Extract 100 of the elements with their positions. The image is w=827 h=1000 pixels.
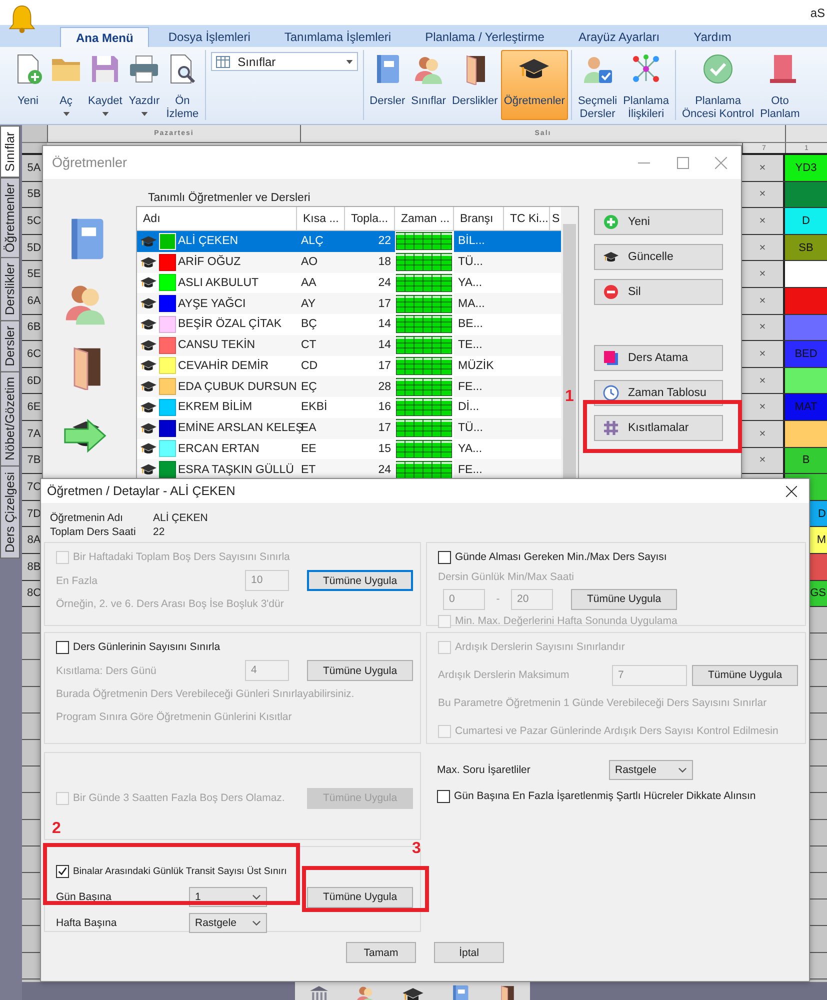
ribbon-tab[interactable]: Dosya İşlemleri (153, 27, 266, 47)
apply-button[interactable]: Tümüne Uygula (307, 886, 413, 908)
side-tab[interactable]: Sınıflar (0, 126, 20, 178)
side-tab[interactable]: Dersler (0, 320, 20, 372)
table-row[interactable]: ERCAN ERTAN EE 15 YA... (137, 438, 561, 460)
action-button[interactable]: Ders Atama (594, 345, 723, 371)
side-tab[interactable]: Derslikler (0, 257, 20, 322)
table-cell: EE (301, 442, 316, 455)
ribbon-button[interactable]: Öğretmenler (500, 50, 568, 120)
ribbon-tab[interactable]: Yardım (678, 27, 746, 47)
timetable-cell[interactable] (785, 182, 827, 208)
ribbon-button[interactable]: Ön İzleme (163, 50, 202, 120)
ribbon-button[interactable]: Derslikler (448, 50, 501, 120)
ribbon-tab[interactable]: Planlama / Yerleştirme (410, 27, 560, 47)
apply-button[interactable]: Tümüne Uygula (692, 664, 798, 686)
timetable-thumbnail (396, 378, 452, 396)
ribbon-button[interactable]: Planlama Öncesi Kontrol (678, 50, 758, 120)
table-icon (216, 56, 230, 68)
column-header[interactable]: Adı (137, 207, 297, 230)
timetable-cell: × (742, 182, 785, 208)
side-tab[interactable]: Nöbet/Gözetim (0, 371, 20, 467)
checkbox[interactable] (56, 864, 69, 878)
checkbox-label[interactable]: Ders Günlerinin Sayısını Sınırla (73, 641, 220, 653)
callout-number: 3 (412, 840, 421, 858)
table-cell: ERCAN ERTAN (178, 442, 260, 455)
table-row[interactable]: EDA ÇUBUK DURSUN EÇ 28 FE... (137, 376, 561, 397)
timetable-cell[interactable] (785, 288, 827, 314)
ribbon-button[interactable]: Yeni (9, 50, 47, 120)
table-cell: ESRA TAŞKIN GÜLLÜ (178, 464, 294, 476)
apply-button[interactable]: Tümüne Uygula (307, 660, 413, 681)
action-button[interactable]: Yeni (594, 209, 723, 235)
checkbox-label[interactable]: Gün Başına En Fazla İşaretlenmiş Şartlı Hücreler Dikkate Alınsın (454, 790, 756, 802)
table-cell: BÇ (301, 318, 317, 330)
timetable-thumbnail (396, 253, 452, 272)
table-row[interactable]: EMİNE ARSLAN KELEŞEA 17 TÜ... (137, 418, 561, 438)
ribbon-button[interactable]: Yazdır (125, 50, 164, 120)
checkbox[interactable] (56, 640, 69, 654)
ribbon-button[interactable]: Seçmeli Dersler (574, 50, 620, 120)
scrollbar[interactable] (561, 207, 578, 478)
table-row[interactable]: ALİ ÇEKEN ALÇ 22 BİL... (137, 231, 561, 252)
timetable-cell[interactable] (785, 420, 827, 447)
action-button[interactable]: Kısıtlamalar (594, 415, 723, 441)
timetable-cell[interactable] (785, 261, 827, 287)
table-row[interactable]: BEŞİR ÖZAL ÇİTAK BÇ 14 BE... (137, 314, 561, 335)
checkbox[interactable] (437, 790, 450, 802)
column-header[interactable]: TC Ki... (504, 207, 550, 230)
dropdown[interactable]: Rastgele (609, 760, 693, 780)
ribbon-tab[interactable]: Ana Menü (60, 27, 150, 47)
table-row[interactable]: ARİF OĞUZ AO 18 TÜ... (137, 252, 561, 272)
table-row[interactable]: AYŞE YAĞCI AY 17 MA... (137, 293, 561, 314)
action-button[interactable]: Sil (594, 279, 723, 305)
ribbon-tab[interactable]: Arayüz Ayarları (563, 27, 675, 47)
table-cell: ET (301, 464, 316, 476)
timetable-thumbnail (396, 398, 452, 416)
dropdown[interactable]: Rastgele (189, 913, 267, 933)
view-dropdown[interactable]: Sınıflar (210, 52, 358, 71)
timetable-cell: × (742, 448, 785, 474)
side-tab[interactable]: Ders Çizelgesi (0, 466, 20, 558)
maximize-icon (677, 156, 689, 168)
table-cell: BİL... (458, 235, 485, 248)
table-cell: 22 (378, 235, 391, 248)
checkbox-label[interactable]: Günde Alması Gereken Min./Max Ders Sayısı (455, 551, 667, 563)
table-cell: FE... (458, 464, 482, 476)
timetable-cell[interactable]: B (785, 448, 827, 474)
timetable-cell[interactable]: D (785, 208, 827, 234)
timetable-thumbnail (396, 419, 452, 438)
timetable-cell[interactable]: SB (785, 234, 827, 260)
column-header[interactable]: Zaman ... (395, 207, 454, 230)
ribbon-button[interactable]: Aç (47, 50, 85, 120)
column-header[interactable]: Kısa ... (297, 207, 345, 230)
table-row[interactable]: CEVAHİR DEMİR CD 17 MÜZİK (137, 356, 561, 376)
ribbon-button[interactable]: Planlama İlişkileri (620, 50, 672, 120)
table-row[interactable]: ASLI AKBULUT AA 24 YA... (137, 272, 561, 294)
timetable-cell: × (742, 314, 785, 340)
ribbon-tab[interactable]: Tanımlama İşlemleri (269, 27, 406, 47)
dialog-button[interactable]: Tamam (346, 942, 416, 963)
apply-button[interactable]: Tümüne Uygula (307, 570, 413, 591)
table-cell: EKBİ (301, 401, 328, 414)
table-row[interactable]: ESRA TAŞKIN GÜLLÜ ET 24 FE... (137, 459, 561, 478)
timetable-cell: × (742, 394, 785, 420)
checkbox-label[interactable]: Binalar Arasındaki Günlük Transit Sayısı Üst Sınırı (73, 866, 287, 876)
timetable-cell[interactable] (785, 314, 827, 340)
column-header[interactable]: Branşı (454, 207, 504, 230)
table-cell: BE... (458, 318, 483, 330)
ribbon-button[interactable]: Oto Planlam (757, 50, 803, 120)
timetable-cell[interactable] (785, 368, 827, 394)
ribbon-button[interactable]: Sınıflar (408, 50, 449, 120)
timetable-cell[interactable]: YD3 (785, 155, 827, 181)
action-button[interactable]: Güncelle (594, 244, 723, 270)
side-tab[interactable]: Öğretmenler (0, 176, 20, 258)
checkbox[interactable] (438, 550, 451, 564)
table-row[interactable]: CANSU TEKİN CT 14 TE... (137, 334, 561, 356)
table-cell: YA... (458, 442, 482, 455)
table-row[interactable]: EKREM BİLİM EKBİ 16 Dİ... (137, 397, 561, 418)
apply-button[interactable]: Tümüne Uygula (571, 588, 677, 610)
ribbon-button[interactable]: Dersler (366, 50, 408, 120)
column-header[interactable]: Topla... (345, 207, 395, 230)
timetable-thumbnail (396, 315, 452, 334)
dialog-button[interactable]: İptal (434, 942, 504, 963)
ribbon-button[interactable]: Kaydet (85, 50, 126, 120)
